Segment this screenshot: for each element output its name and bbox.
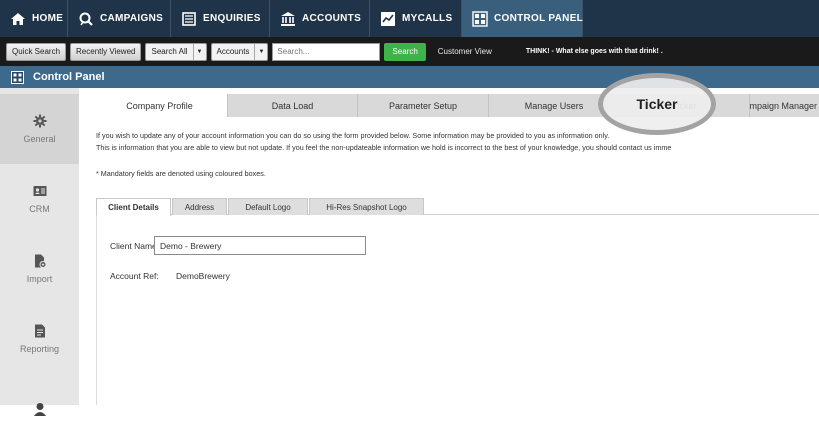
tab-campaign-manager[interactable]: Campaign Manager — [750, 94, 819, 117]
intro-text-line2: This is information that you are able to… — [96, 143, 672, 152]
home-icon — [10, 11, 26, 27]
sidebar-item-general[interactable]: General — [0, 94, 79, 164]
search-input[interactable] — [272, 42, 381, 61]
search-bar: Quick Search Recently Viewed Search All … — [0, 37, 819, 66]
nav-home-label: HOME — [32, 13, 64, 24]
accounts-icon — [280, 11, 296, 27]
campaigns-icon — [78, 11, 94, 27]
search-scope-select[interactable]: Search All ▼ — [145, 42, 207, 61]
enquiries-icon — [181, 11, 197, 27]
ticker-highlight-label: Ticker — [636, 96, 678, 112]
top-navigation: HOME CAMPAIGNS ENQUIRIES ACCOUNTS MYCALL… — [0, 0, 819, 37]
sidebar-item-reporting[interactable]: Reporting — [0, 304, 79, 374]
search-scope-value: Search All — [146, 43, 194, 60]
subtab-bar: Client Details Address Default Logo Hi-R… — [96, 198, 819, 216]
subtab-client-details[interactable]: Client Details — [96, 198, 171, 216]
sidebar-item-label: Reporting — [19, 344, 60, 354]
search-type-select[interactable]: Accounts ▼ — [210, 42, 269, 61]
page-title: Control Panel — [33, 71, 105, 83]
nav-accounts[interactable]: ACCOUNTS — [270, 0, 370, 37]
nav-control-panel[interactable]: CONTROL PANEL — [462, 0, 583, 37]
gear-icon — [33, 114, 47, 128]
customer-view-link[interactable]: Customer View — [438, 47, 492, 56]
quick-search-button[interactable]: Quick Search — [6, 42, 67, 61]
nav-enquiries-label: ENQUIRIES — [203, 13, 261, 24]
sidebar-item-label: General — [23, 134, 56, 144]
nav-mycalls[interactable]: MYCALLS — [370, 0, 462, 37]
nav-accounts-label: ACCOUNTS — [302, 13, 362, 24]
nav-enquiries[interactable]: ENQUIRIES — [171, 0, 270, 37]
mandatory-note: * Mandatory fields are denoted using col… — [96, 169, 266, 178]
subtab-hires-snapshot-logo[interactable]: Hi-Res Snapshot Logo — [309, 198, 424, 215]
search-button[interactable]: Search — [384, 42, 426, 61]
nav-campaigns-label: CAMPAIGNS — [100, 13, 164, 24]
control-panel-icon — [11, 70, 24, 84]
recently-viewed-button[interactable]: Recently Viewed — [70, 42, 142, 61]
mycalls-icon — [380, 11, 396, 27]
tab-company-profile[interactable]: Company Profile — [92, 94, 228, 117]
control-panel-icon — [472, 10, 488, 27]
subtab-address[interactable]: Address — [172, 198, 227, 215]
client-name-field[interactable] — [154, 236, 366, 255]
left-sidebar: General CRM Import Reporting — [0, 88, 79, 416]
ticker-message: THINK! - What else goes with that drink!… — [525, 48, 663, 55]
sidebar-item-users[interactable] — [0, 374, 79, 444]
sidebar-item-import[interactable]: Import — [0, 234, 79, 304]
sidebar-item-crm[interactable]: CRM — [0, 164, 79, 234]
tab-data-load[interactable]: Data Load — [228, 94, 358, 117]
sidebar-item-label: Import — [26, 274, 53, 284]
chevron-down-icon: ▼ — [196, 48, 203, 55]
tab-parameter-setup[interactable]: Parameter Setup — [358, 94, 489, 117]
search-type-value: Accounts — [212, 43, 256, 60]
nav-mycalls-label: MYCALLS — [402, 13, 453, 24]
nav-home[interactable]: HOME — [0, 0, 68, 37]
client-name-label-text: Client Name: — [110, 241, 160, 251]
nav-campaigns[interactable]: CAMPAIGNS — [68, 0, 171, 37]
account-ref-label: Account Ref: — [110, 271, 159, 281]
subtab-default-logo[interactable]: Default Logo — [228, 198, 308, 215]
address-card-icon — [33, 184, 47, 198]
report-file-icon — [33, 324, 47, 338]
intro-text-line1: If you wish to update any of your accoun… — [96, 131, 610, 140]
user-icon — [33, 402, 47, 416]
account-ref-value: DemoBrewery — [176, 271, 230, 281]
import-file-icon — [33, 254, 47, 268]
nav-control-panel-label: CONTROL PANEL — [494, 13, 584, 24]
ticker-tab-highlight[interactable]: Ticker — [598, 73, 716, 135]
chevron-down-icon: ▼ — [258, 48, 265, 55]
sidebar-item-label: CRM — [29, 204, 50, 214]
